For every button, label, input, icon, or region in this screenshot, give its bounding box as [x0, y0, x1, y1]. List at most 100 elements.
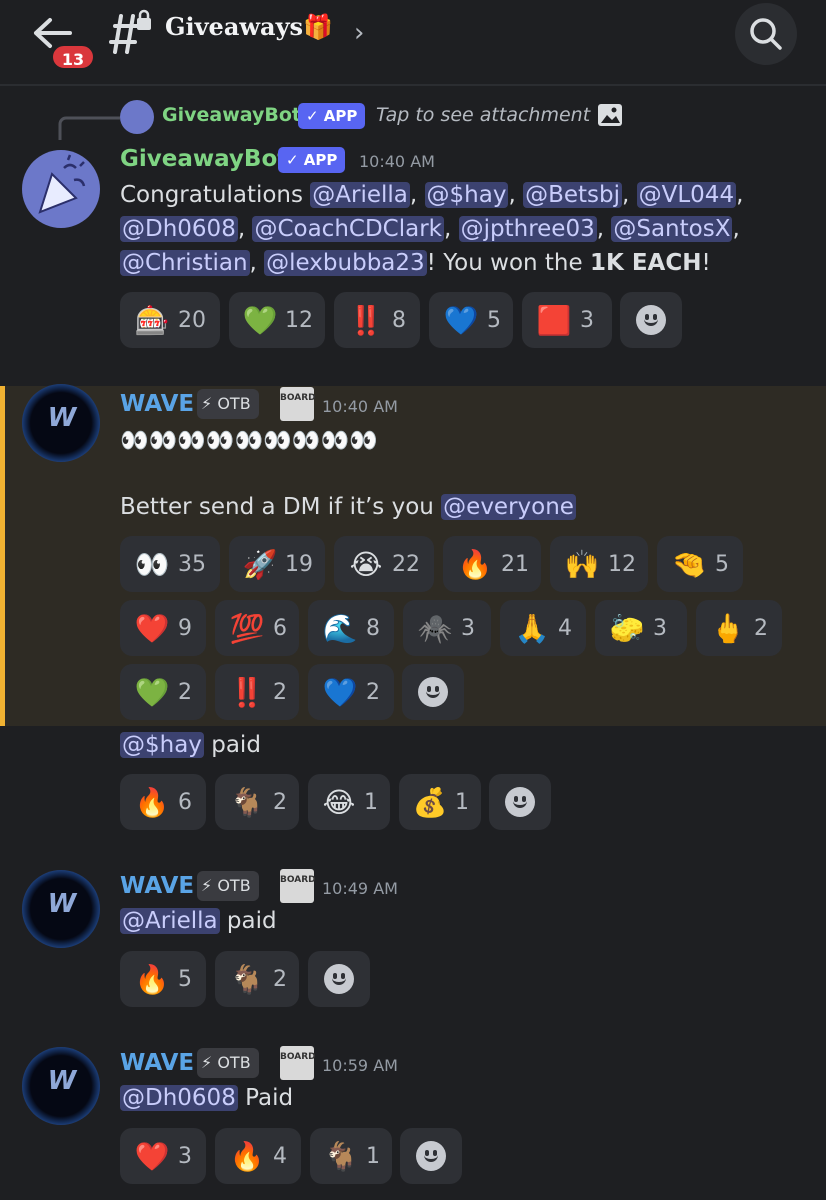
message-text: Congratulations	[120, 182, 311, 208]
message-text: paid	[203, 732, 261, 758]
chevron-right-icon[interactable]: ›	[354, 18, 364, 48]
user-mention[interactable]: @Dh0608	[120, 1085, 238, 1111]
wave-avatar[interactable]: W	[22, 1047, 100, 1125]
user-mention[interactable]: @Ariella	[310, 182, 410, 208]
reaction[interactable]: ‼️ 8	[334, 292, 420, 348]
reaction[interactable]: 💚 2	[120, 664, 206, 720]
reaction-count: 5	[715, 551, 729, 577]
user-mention[interactable]: @Betsbj	[523, 182, 622, 208]
board-icon: BOARD	[280, 387, 316, 421]
app-badge: ✓ APP	[298, 103, 366, 129]
user-mention[interactable]: @Ariella	[120, 908, 220, 934]
message-text: 👀👀👀👀👀👀👀👀👀	[120, 428, 378, 454]
reaction-count: 9	[178, 615, 192, 641]
reaction[interactable]: 🤏 5	[657, 536, 743, 592]
search-icon	[750, 18, 782, 50]
search-button[interactable]	[735, 3, 797, 65]
green-heart-emoji: 💚	[242, 303, 278, 337]
reaction[interactable]: 🐐 1	[310, 1128, 392, 1184]
reaction[interactable]: 👀 35	[120, 536, 220, 592]
reaction[interactable]: 🙏 4	[500, 600, 586, 656]
red-heart-emoji: ❤️	[134, 1139, 170, 1173]
reaction-count: 21	[501, 551, 529, 577]
smiley-icon	[418, 677, 448, 707]
reaction[interactable]: 💰 1	[399, 774, 481, 830]
folded-hands-emoji: 🙏	[514, 611, 550, 645]
reaction[interactable]: 😂 1	[308, 774, 390, 830]
user-mention[interactable]: @$hay	[424, 182, 509, 208]
wave-avatar[interactable]: W	[22, 870, 100, 948]
reaction[interactable]: 🙌 12	[550, 536, 648, 592]
user-mention[interactable]: @$hay	[120, 732, 204, 758]
reaction[interactable]: 🖕 2	[696, 600, 782, 656]
message-timestamp: 10:49 AM	[322, 879, 398, 898]
user-mention[interactable]: @jpthree03	[458, 216, 597, 242]
wave-avatar[interactable]: W	[22, 384, 100, 462]
add-reaction-button[interactable]	[308, 951, 370, 1007]
reaction-count: 5	[178, 966, 192, 992]
reaction[interactable]: ❤️ 3	[120, 1128, 206, 1184]
eyes-emoji: 👀	[134, 547, 170, 581]
reaction[interactable]: 🚀 19	[229, 536, 325, 592]
everyone-mention[interactable]: @everyone	[441, 494, 576, 520]
reaction[interactable]: 🕷️ 3	[403, 600, 491, 656]
reaction[interactable]: 💯 6	[215, 600, 299, 656]
reaction[interactable]: 🐐 2	[215, 951, 299, 1007]
reaction-count: 3	[178, 1143, 192, 1169]
user-mention[interactable]: @Dh0608	[120, 216, 238, 242]
smiley-icon	[416, 1141, 446, 1171]
reaction-count: 8	[392, 307, 406, 333]
giveawaybot-avatar[interactable]	[22, 150, 100, 228]
raised-hands-emoji: 🙌	[564, 547, 600, 581]
message-content: Better send a DM if it’s you @everyone	[120, 490, 576, 524]
reaction[interactable]: 🔥 4	[215, 1128, 301, 1184]
role-tag: ⚡ OTB	[197, 389, 259, 419]
reaction[interactable]: ‼️ 2	[215, 664, 299, 720]
reaction[interactable]: ❤️ 9	[120, 600, 206, 656]
reaction[interactable]: 💙 5	[429, 292, 513, 348]
reaction-count: 3	[580, 307, 594, 333]
laughing-emoji: 😂	[322, 785, 356, 819]
add-reaction-button[interactable]	[620, 292, 682, 348]
reaction[interactable]: 🔥 5	[120, 951, 206, 1007]
reaction[interactable]: 😭 22	[334, 536, 434, 592]
message-author[interactable]: GiveawayBot	[120, 146, 288, 172]
reaction[interactable]: 💙 2	[308, 664, 394, 720]
reply-text[interactable]: Tap to see attachment	[376, 104, 590, 126]
reaction[interactable]: 🌊 8	[308, 600, 394, 656]
user-mention[interactable]: @Christian	[120, 250, 250, 276]
message-text: ! You won the	[426, 250, 590, 276]
add-reaction-button[interactable]	[402, 664, 464, 720]
reaction[interactable]: 🧽 3	[595, 600, 687, 656]
reaction[interactable]: 🎰 20	[120, 292, 220, 348]
user-mention[interactable]: @VL044	[636, 182, 737, 208]
add-reaction-button[interactable]	[489, 774, 551, 830]
reaction-count: 8	[366, 615, 380, 641]
fire-emoji: 🔥	[457, 547, 493, 581]
message-author[interactable]: WAVE	[120, 391, 194, 417]
message-content: @$hay paid	[120, 728, 261, 762]
user-mention[interactable]: @lexbubba23	[264, 250, 427, 276]
user-mention[interactable]: @CoachCDClark	[252, 216, 444, 242]
reaction-count: 2	[754, 615, 768, 641]
spongebob-emoji: 🧽	[609, 611, 645, 645]
message-text: !	[701, 250, 711, 276]
double-exclamation-emoji: ‼️	[229, 675, 265, 709]
reply-author[interactable]: GiveawayBot	[162, 104, 301, 126]
channel-title[interactable]: Giveaways🎁	[165, 12, 333, 41]
reaction[interactable]: 🔥 6	[120, 774, 206, 830]
app-badge: ✓ APP	[278, 147, 346, 173]
smiley-icon	[636, 305, 666, 335]
message-author[interactable]: WAVE	[120, 1050, 194, 1076]
reaction-count: 5	[487, 307, 501, 333]
reaction-count: 2	[178, 679, 192, 705]
reaction[interactable]: 🐐 2	[215, 774, 299, 830]
message-text: Better send a DM if it’s you	[120, 494, 442, 520]
user-mention[interactable]: @SantosX	[611, 216, 733, 242]
reply-avatar[interactable]	[120, 100, 154, 134]
add-reaction-button[interactable]	[400, 1128, 462, 1184]
message-author[interactable]: WAVE	[120, 873, 194, 899]
reaction[interactable]: 🟥 3	[522, 292, 612, 348]
reaction[interactable]: 🔥 21	[443, 536, 541, 592]
reaction[interactable]: 💚 12	[229, 292, 325, 348]
